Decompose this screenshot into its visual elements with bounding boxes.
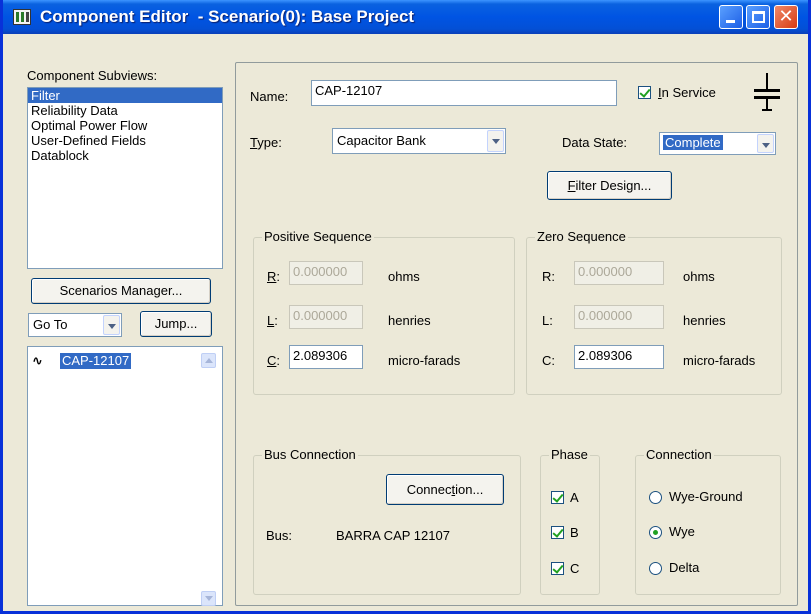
goto-value: Go To	[33, 317, 68, 332]
data-state-value: Complete	[663, 135, 723, 150]
filter-panel: Name: CAP-12107 In Service Type: Capacit…	[235, 62, 798, 606]
data-state-select[interactable]: Complete	[659, 132, 776, 155]
zero-l-label: L:	[542, 313, 553, 328]
in-service-checkbox[interactable]	[638, 86, 651, 99]
connection-group: Connection Wye-Ground Wye Delta	[635, 447, 781, 595]
connection-button[interactable]: Connection...	[386, 474, 504, 505]
subview-item-datablock[interactable]: Datablock	[28, 148, 222, 163]
delta-radio[interactable]	[649, 562, 662, 575]
zero-c-label: C:	[542, 353, 555, 368]
bus-label: Bus:	[266, 528, 293, 543]
pos-l-field[interactable]: 0.000000	[289, 305, 363, 329]
phase-b-checkbox[interactable]	[551, 526, 564, 539]
zero-c-unit: micro-farads	[683, 353, 756, 368]
phase-group: Phase A B C	[540, 447, 600, 595]
subviews-list[interactable]: Filter Reliability Data Optimal Power Fl…	[27, 87, 223, 269]
zero-r-field[interactable]: 0.000000	[574, 261, 664, 285]
component-list[interactable]: ∿ CAP-12107	[27, 346, 223, 606]
connection-title: Connection	[644, 447, 714, 462]
subview-item-opf[interactable]: Optimal Power Flow	[28, 118, 222, 133]
pos-c-field[interactable]: 2.089306	[289, 345, 363, 369]
goto-select[interactable]: Go To	[28, 313, 122, 337]
pos-l-unit: henries	[388, 313, 431, 328]
maximize-icon	[752, 11, 765, 23]
maximize-button[interactable]	[746, 5, 770, 29]
app-icon	[13, 9, 31, 25]
chevron-down-icon[interactable]	[757, 134, 774, 153]
phase-title: Phase	[549, 447, 590, 462]
type-select[interactable]: Capacitor Bank	[332, 128, 506, 154]
chevron-down-icon	[205, 596, 213, 601]
phase-b-label: B	[570, 525, 579, 540]
pos-r-label: R:	[267, 269, 281, 284]
pos-r-unit: ohms	[388, 269, 420, 284]
pos-r-field[interactable]: 0.000000	[289, 261, 363, 285]
jump-button[interactable]: Jump...	[140, 311, 212, 337]
bus-value: BARRA CAP 12107	[336, 528, 450, 543]
name-field[interactable]: CAP-12107	[311, 80, 617, 106]
wye-radio[interactable]	[649, 526, 662, 539]
title-bar[interactable]: Component Editor - Scenario(0): Base Pro…	[3, 0, 808, 34]
pos-l-label: L:	[267, 313, 278, 328]
zero-l-unit: henries	[683, 313, 726, 328]
scenarios-manager-button[interactable]: Scenarios Manager...	[31, 278, 211, 304]
capacitor-wave-icon: ∿	[32, 354, 43, 369]
in-service-label: In Service	[658, 85, 716, 100]
zero-sequence-group: Zero Sequence R: 0.000000 ohms L: 0.0000…	[526, 229, 782, 395]
in-service-label-rest: n Service	[661, 85, 716, 100]
subview-item-filter[interactable]: Filter	[28, 88, 222, 103]
chevron-up-icon	[205, 358, 213, 363]
close-icon: ✕	[778, 6, 794, 27]
capacitor-symbol-icon	[752, 73, 782, 119]
phase-c-label: C	[570, 561, 580, 576]
phase-c-checkbox[interactable]	[551, 562, 564, 575]
wye-ground-radio[interactable]	[649, 491, 662, 504]
zero-l-field[interactable]: 0.000000	[574, 305, 664, 329]
zero-sequence-title: Zero Sequence	[535, 229, 628, 244]
positive-sequence-group: Positive Sequence R: 0.000000 ohms L: 0.…	[253, 229, 515, 395]
phase-a-label: A	[570, 490, 579, 505]
zero-r-unit: ohms	[683, 269, 715, 284]
delta-label: Delta	[669, 560, 700, 575]
zero-r-label: R:	[542, 269, 555, 284]
close-button[interactable]: ✕	[774, 5, 798, 29]
scroll-down-button[interactable]	[201, 591, 216, 606]
subview-item-udf[interactable]: User-Defined Fields	[28, 133, 222, 148]
chevron-down-icon[interactable]	[487, 130, 504, 152]
subviews-label: Component Subviews:	[27, 68, 158, 83]
filter-design-button[interactable]: Filter Design...	[547, 171, 672, 200]
wye-ground-label: Wye-Ground	[669, 489, 743, 504]
subview-item-reliability[interactable]: Reliability Data	[28, 103, 222, 118]
data-state-label: Data State:	[562, 135, 628, 150]
zero-c-field[interactable]: 2.089306	[574, 345, 664, 369]
wye-label: Wye	[669, 524, 695, 539]
type-label: Type:	[250, 135, 282, 150]
minimize-button[interactable]	[719, 5, 743, 29]
scroll-up-button[interactable]	[201, 353, 216, 368]
positive-sequence-title: Positive Sequence	[262, 229, 374, 244]
minimize-icon	[726, 20, 735, 23]
phase-a-checkbox[interactable]	[551, 491, 564, 504]
name-label: Name:	[250, 89, 289, 104]
component-editor-window: Component Editor - Scenario(0): Base Pro…	[0, 0, 811, 614]
bus-connection-title: Bus Connection	[262, 447, 358, 462]
type-value: Capacitor Bank	[337, 133, 426, 148]
chevron-down-icon[interactable]	[103, 315, 120, 335]
pos-c-unit: micro-farads	[388, 353, 461, 368]
pos-c-label: C:	[267, 353, 281, 368]
bus-connection-group: Bus Connection Connection... Bus: BARRA …	[253, 447, 521, 595]
component-list-item-label: CAP-12107	[60, 353, 132, 369]
window-title: Component Editor - Scenario(0): Base Pro…	[40, 7, 415, 26]
